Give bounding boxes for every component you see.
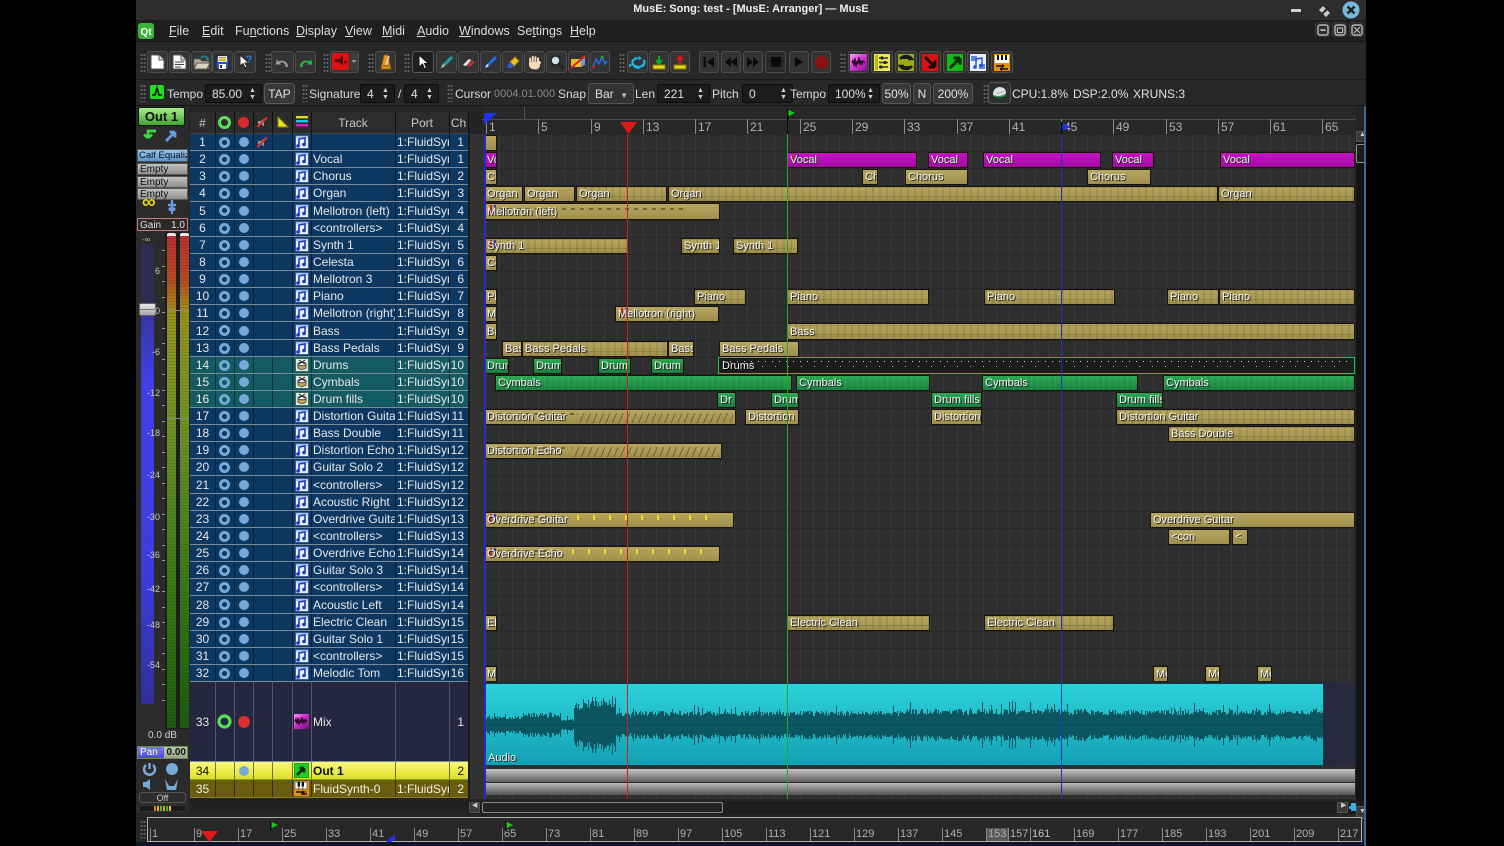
svg-text:Qt: Qt	[140, 27, 152, 38]
svg-text:?: ?	[246, 54, 253, 66]
